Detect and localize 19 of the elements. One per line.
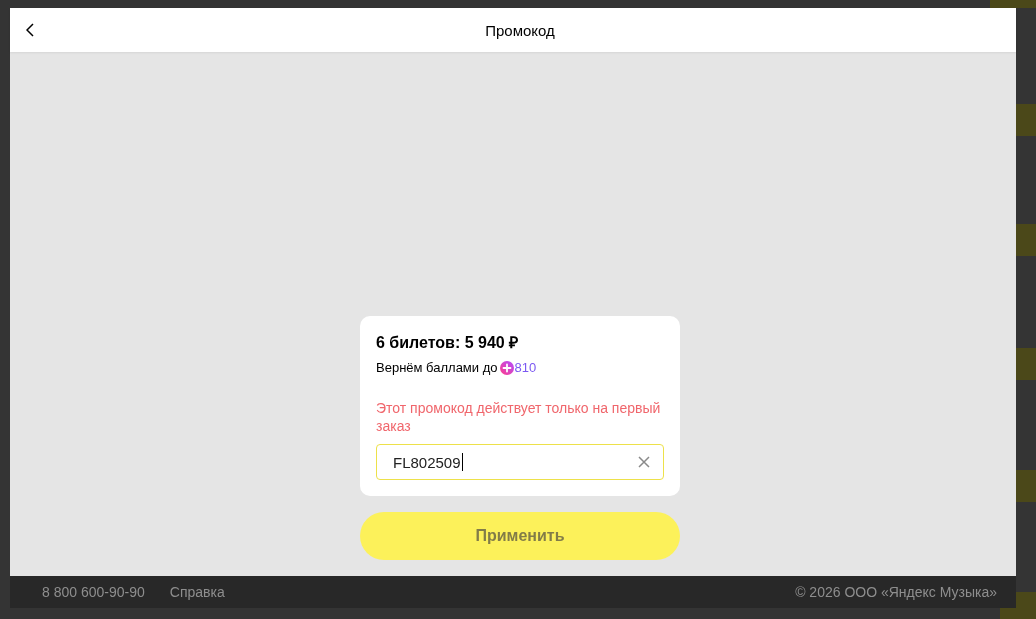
- cashback-label: Вернём баллами до: [376, 359, 498, 377]
- button-edge: [1016, 348, 1036, 380]
- button-edge: [990, 0, 1036, 8]
- promo-code-field[interactable]: FL802509: [376, 444, 664, 480]
- button-edge: [1016, 224, 1036, 256]
- cashback-points: 810: [514, 359, 537, 377]
- help-link[interactable]: Справка: [169, 584, 225, 600]
- button-edge: [1016, 470, 1036, 502]
- phone-link[interactable]: 8 800 600-90-90: [42, 584, 145, 600]
- clear-button[interactable]: [638, 456, 650, 468]
- copyright-text: © 2026 ООО «Яндекс Музыка»: [795, 584, 997, 600]
- text-caret-icon: [461, 453, 463, 471]
- order-summary: 6 билетов: 5 940 ₽: [376, 333, 520, 353]
- plus-disc-icon: [499, 361, 514, 375]
- dialog-title: Промокод: [485, 21, 555, 39]
- cross-icon: [638, 456, 650, 468]
- error-message: Этот промокод действует только на первый заказ: [376, 399, 662, 435]
- chevron-left-icon: [26, 23, 34, 37]
- button-edge: [1016, 104, 1036, 136]
